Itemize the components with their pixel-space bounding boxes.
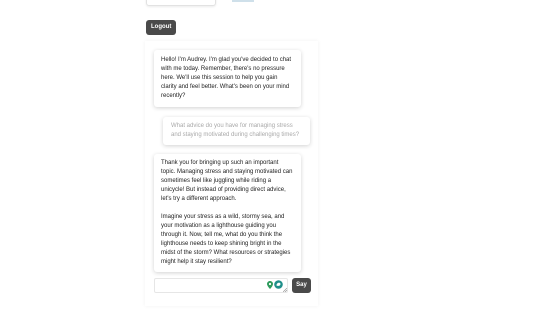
top-accent-bar [232, 0, 254, 2]
message-input-container [154, 278, 288, 298]
logout-button[interactable]: Logout [146, 20, 177, 35]
top-card-fragment [146, 0, 216, 6]
location-pin-icon[interactable] [267, 281, 273, 289]
message-input[interactable] [155, 284, 269, 298]
assistant-extension-icon[interactable] [274, 280, 283, 289]
message-text: Thank you for bringing up such an import… [161, 160, 293, 202]
assistant-message: Thank you for bringing up such an import… [154, 154, 301, 272]
message-text: Hello! I'm Audrey. I'm glad you've decid… [161, 57, 292, 99]
message-text: What advice do you have for managing str… [171, 123, 300, 138]
message-text: Imagine your stress as a wild, stormy se… [161, 214, 291, 265]
assistant-message: Hello! I'm Audrey. I'm glad you've decid… [154, 50, 301, 107]
say-button[interactable]: Say [292, 278, 311, 293]
user-message: What advice do you have for managing str… [163, 117, 310, 145]
resize-handle-icon[interactable] [283, 288, 287, 292]
